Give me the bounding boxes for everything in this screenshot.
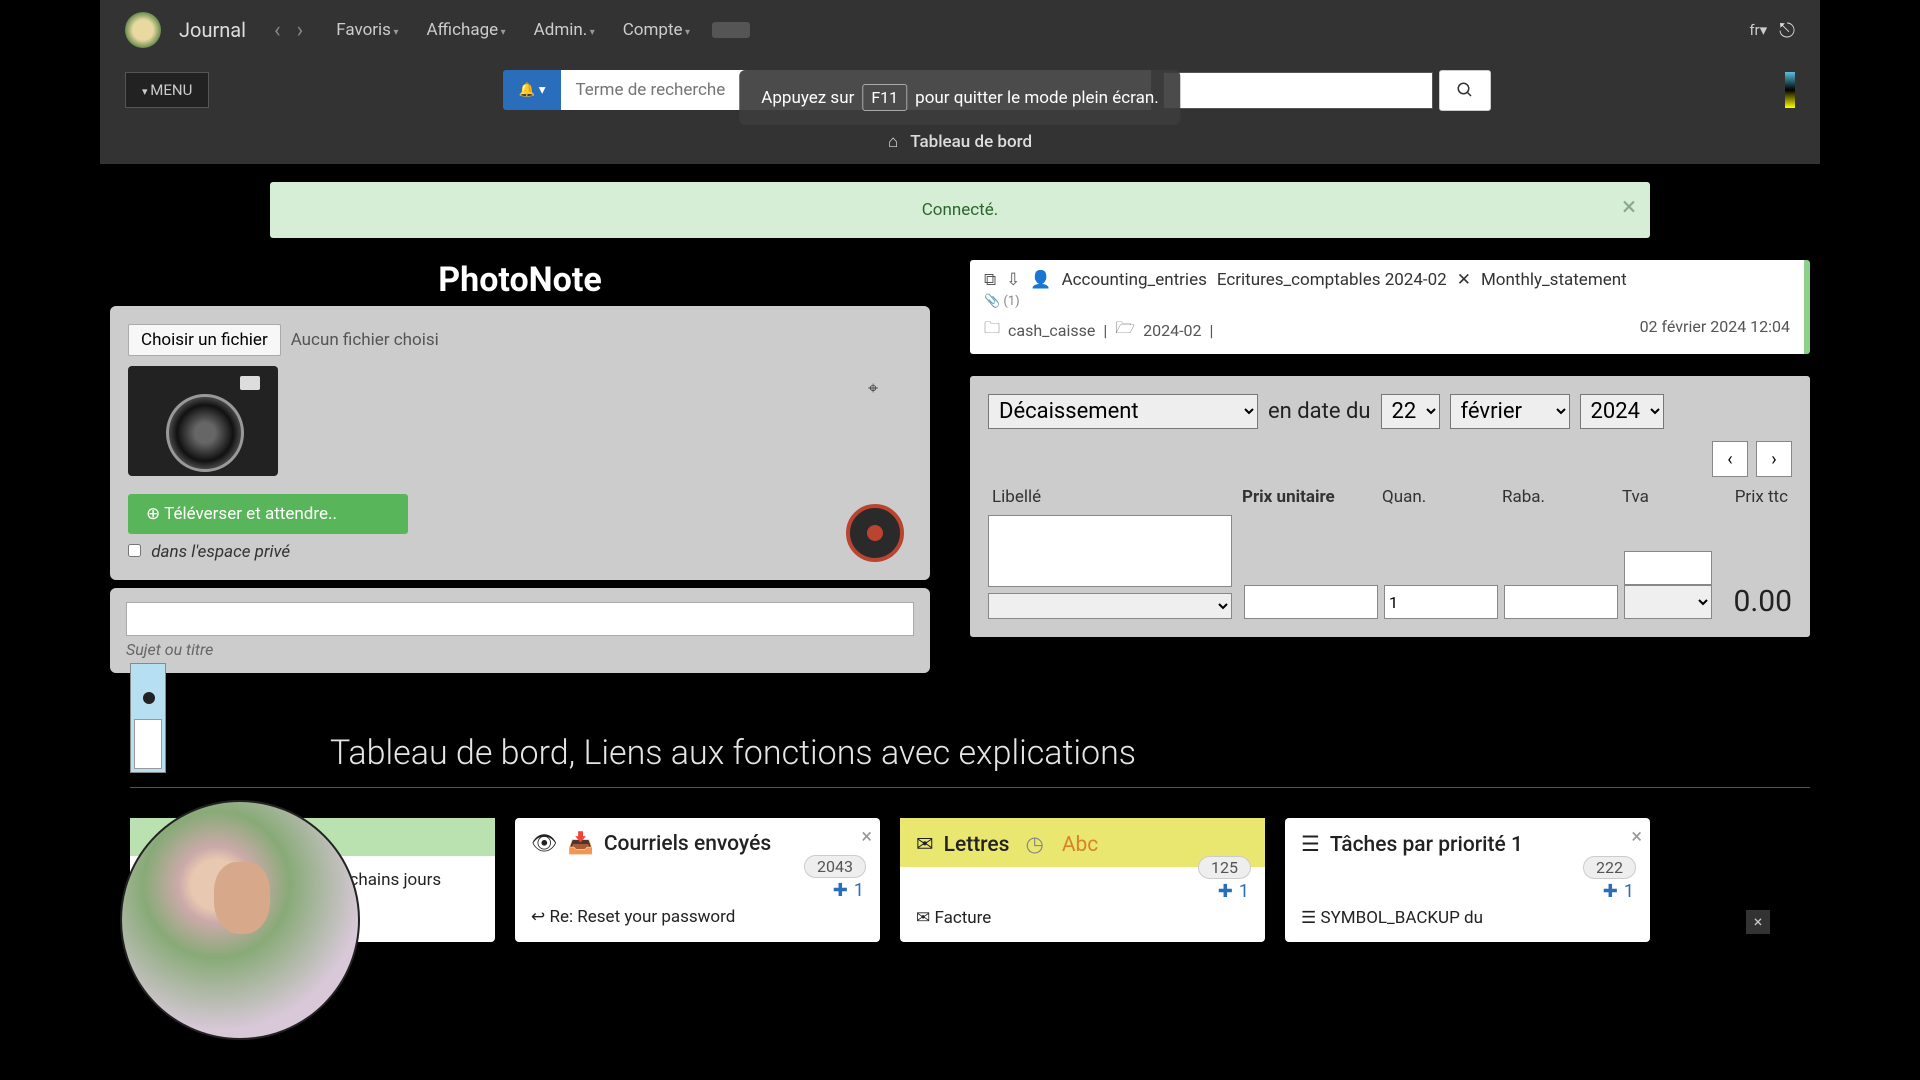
col-unit: Prix unitaire <box>1238 483 1378 511</box>
private-label: dans l'espace privé <box>151 542 290 562</box>
notifications-button[interactable]: 🔔 ▾ <box>503 70 562 110</box>
vat-input[interactable] <box>1624 551 1712 585</box>
list-item[interactable]: Facture <box>934 908 991 928</box>
file-status: Aucun fichier choisi <box>291 330 439 350</box>
day-select[interactable]: 22 <box>1381 394 1440 429</box>
prev-button[interactable]: ‹ <box>1712 441 1748 477</box>
brand-label[interactable]: Journal <box>179 18 246 42</box>
subject-hint: Sujet ou titre <box>126 640 914 659</box>
card-taches[interactable]: × ☰ Tâches par priorité 1 222 ✚1 ☰ SYMBO… <box>1285 818 1650 942</box>
private-checkbox[interactable] <box>128 544 141 557</box>
inbox-icon: 📥 <box>568 832 594 856</box>
search-button[interactable] <box>1439 70 1491 111</box>
abc-label[interactable]: Abc <box>1062 833 1098 857</box>
home-icon: ⌂ <box>888 132 898 152</box>
camera-icon <box>128 366 278 476</box>
upload-button[interactable]: Téléverser et attendre.. <box>128 494 408 534</box>
list-item[interactable]: Re: Reset your password <box>549 907 735 927</box>
card-courriels[interactable]: × 👁 📥 Courriels envoyés 2043 ✚1 ↩ Re: Re… <box>515 818 880 942</box>
dismiss-button[interactable]: × <box>1746 910 1770 934</box>
date-label: en date du <box>1268 399 1371 424</box>
folder-icon: 🗀 <box>984 317 1000 344</box>
search-icon <box>1456 81 1474 99</box>
envelope-icon: ✉ <box>916 908 930 928</box>
label-select[interactable] <box>988 593 1232 619</box>
col-label: Libellé <box>988 483 1238 511</box>
col-vat: Tva <box>1618 483 1728 511</box>
eye-icon: 👁 <box>531 832 558 856</box>
col-disc: Raba. <box>1498 483 1618 511</box>
dashboard-title: Tableau de bord, Liens aux fonctions ave… <box>330 733 1810 773</box>
discount-input[interactable] <box>1504 585 1618 619</box>
month-select[interactable]: février <box>1450 394 1570 429</box>
entry-title-1: Accounting_entries <box>1062 270 1207 290</box>
nav-prev-icon[interactable]: ‹ <box>266 18 289 43</box>
connected-alert: Connecté. × <box>270 182 1650 238</box>
card-title: Courriels envoyés <box>604 832 771 856</box>
webcam-bubble[interactable] <box>120 800 360 1040</box>
qty-input[interactable] <box>1384 585 1498 619</box>
nav-affichage[interactable]: Affichage <box>416 14 515 46</box>
fullscreen-hint: Appuyez sur F11 pour quitter le mode ple… <box>739 70 1180 125</box>
close-icon[interactable]: × <box>1622 192 1636 222</box>
nav-favoris[interactable]: Favoris <box>326 14 408 46</box>
choose-file-button[interactable]: Choisir un fichier <box>128 324 281 356</box>
count-badge: 222 <box>1583 856 1636 879</box>
line-total: 0.00 <box>1734 584 1793 619</box>
year-select[interactable]: 2024 <box>1580 394 1664 429</box>
list-icon: ☰ <box>1301 908 1316 928</box>
user-icon: 👤 <box>1030 270 1051 290</box>
nav-compte[interactable]: Compte <box>613 14 700 46</box>
attach-icon: 📎 <box>984 294 1000 309</box>
breadcrumb[interactable]: ⌂ Tableau de bord <box>100 120 1820 164</box>
logout-icon[interactable]: ⎋ <box>1779 18 1795 42</box>
unit-price-input[interactable] <box>1244 585 1378 619</box>
folder-open-icon: 🗁 <box>1115 317 1135 344</box>
reply-icon: ↩ <box>531 907 545 927</box>
secondary-search-input[interactable] <box>1163 72 1433 109</box>
card-lettres[interactable]: × ✉ Lettres ◷ Abc 125 ✚1 ✉ Facture <box>900 818 1265 942</box>
entry-folder[interactable]: cash_caisse <box>1008 321 1095 340</box>
col-qty: Quan. <box>1378 483 1498 511</box>
vertical-slider[interactable] <box>130 663 166 773</box>
clock-icon: ◷ <box>1025 832 1043 857</box>
entry-card[interactable]: ⧉ ⇩ 👤 Accounting_entries Ecritures_compt… <box>970 260 1810 354</box>
status-indicator <box>1785 72 1795 108</box>
f11-key: F11 <box>862 84 907 111</box>
card-title: Lettres <box>944 833 1010 857</box>
cursor-icon: ⌖ <box>868 378 878 399</box>
plus-icon[interactable]: ✚ <box>833 880 848 901</box>
envelope-icon: ✉ <box>916 832 934 857</box>
transaction-type-select[interactable]: Décaissement <box>988 394 1258 429</box>
nav-next-icon[interactable]: › <box>289 18 312 43</box>
entry-title-2: Ecritures_comptables 2024-02 <box>1217 270 1447 290</box>
subject-input[interactable] <box>126 602 914 636</box>
vat-select[interactable] <box>1624 585 1712 619</box>
nav-admin[interactable]: Admin. <box>524 14 605 46</box>
entry-period[interactable]: 2024-02 <box>1143 321 1201 340</box>
list-icon: ☰ <box>1301 832 1320 857</box>
count-badge: 2043 <box>804 855 866 878</box>
count-badge: 125 <box>1198 856 1251 879</box>
col-total: Prix ttc <box>1728 483 1792 511</box>
next-button[interactable]: › <box>1756 441 1792 477</box>
record-button[interactable] <box>846 504 904 562</box>
photonote-title: PhotoNote <box>110 260 930 300</box>
entry-date: 02 février 2024 12:04 <box>1640 317 1790 344</box>
card-title: Tâches par priorité 1 <box>1330 833 1523 857</box>
tools-icon[interactable]: ✕ <box>1457 270 1471 290</box>
lang-selector[interactable]: fr▾ <box>1749 21 1767 39</box>
plus-icon[interactable]: ✚ <box>1218 881 1233 902</box>
app-logo[interactable] <box>125 12 161 48</box>
menu-button[interactable]: MENU <box>125 72 209 108</box>
list-item[interactable]: SYMBOL_BACKUP du <box>1320 908 1483 928</box>
copy-icon[interactable]: ⧉ <box>984 270 996 290</box>
breadcrumb-label: Tableau de bord <box>910 132 1032 152</box>
label-input[interactable] <box>988 515 1232 587</box>
theme-toggle[interactable] <box>712 22 750 38</box>
download-icon[interactable]: ⇩ <box>1006 270 1020 290</box>
entry-title-3: Monthly_statement <box>1481 270 1627 290</box>
plus-icon[interactable]: ✚ <box>1603 881 1618 902</box>
